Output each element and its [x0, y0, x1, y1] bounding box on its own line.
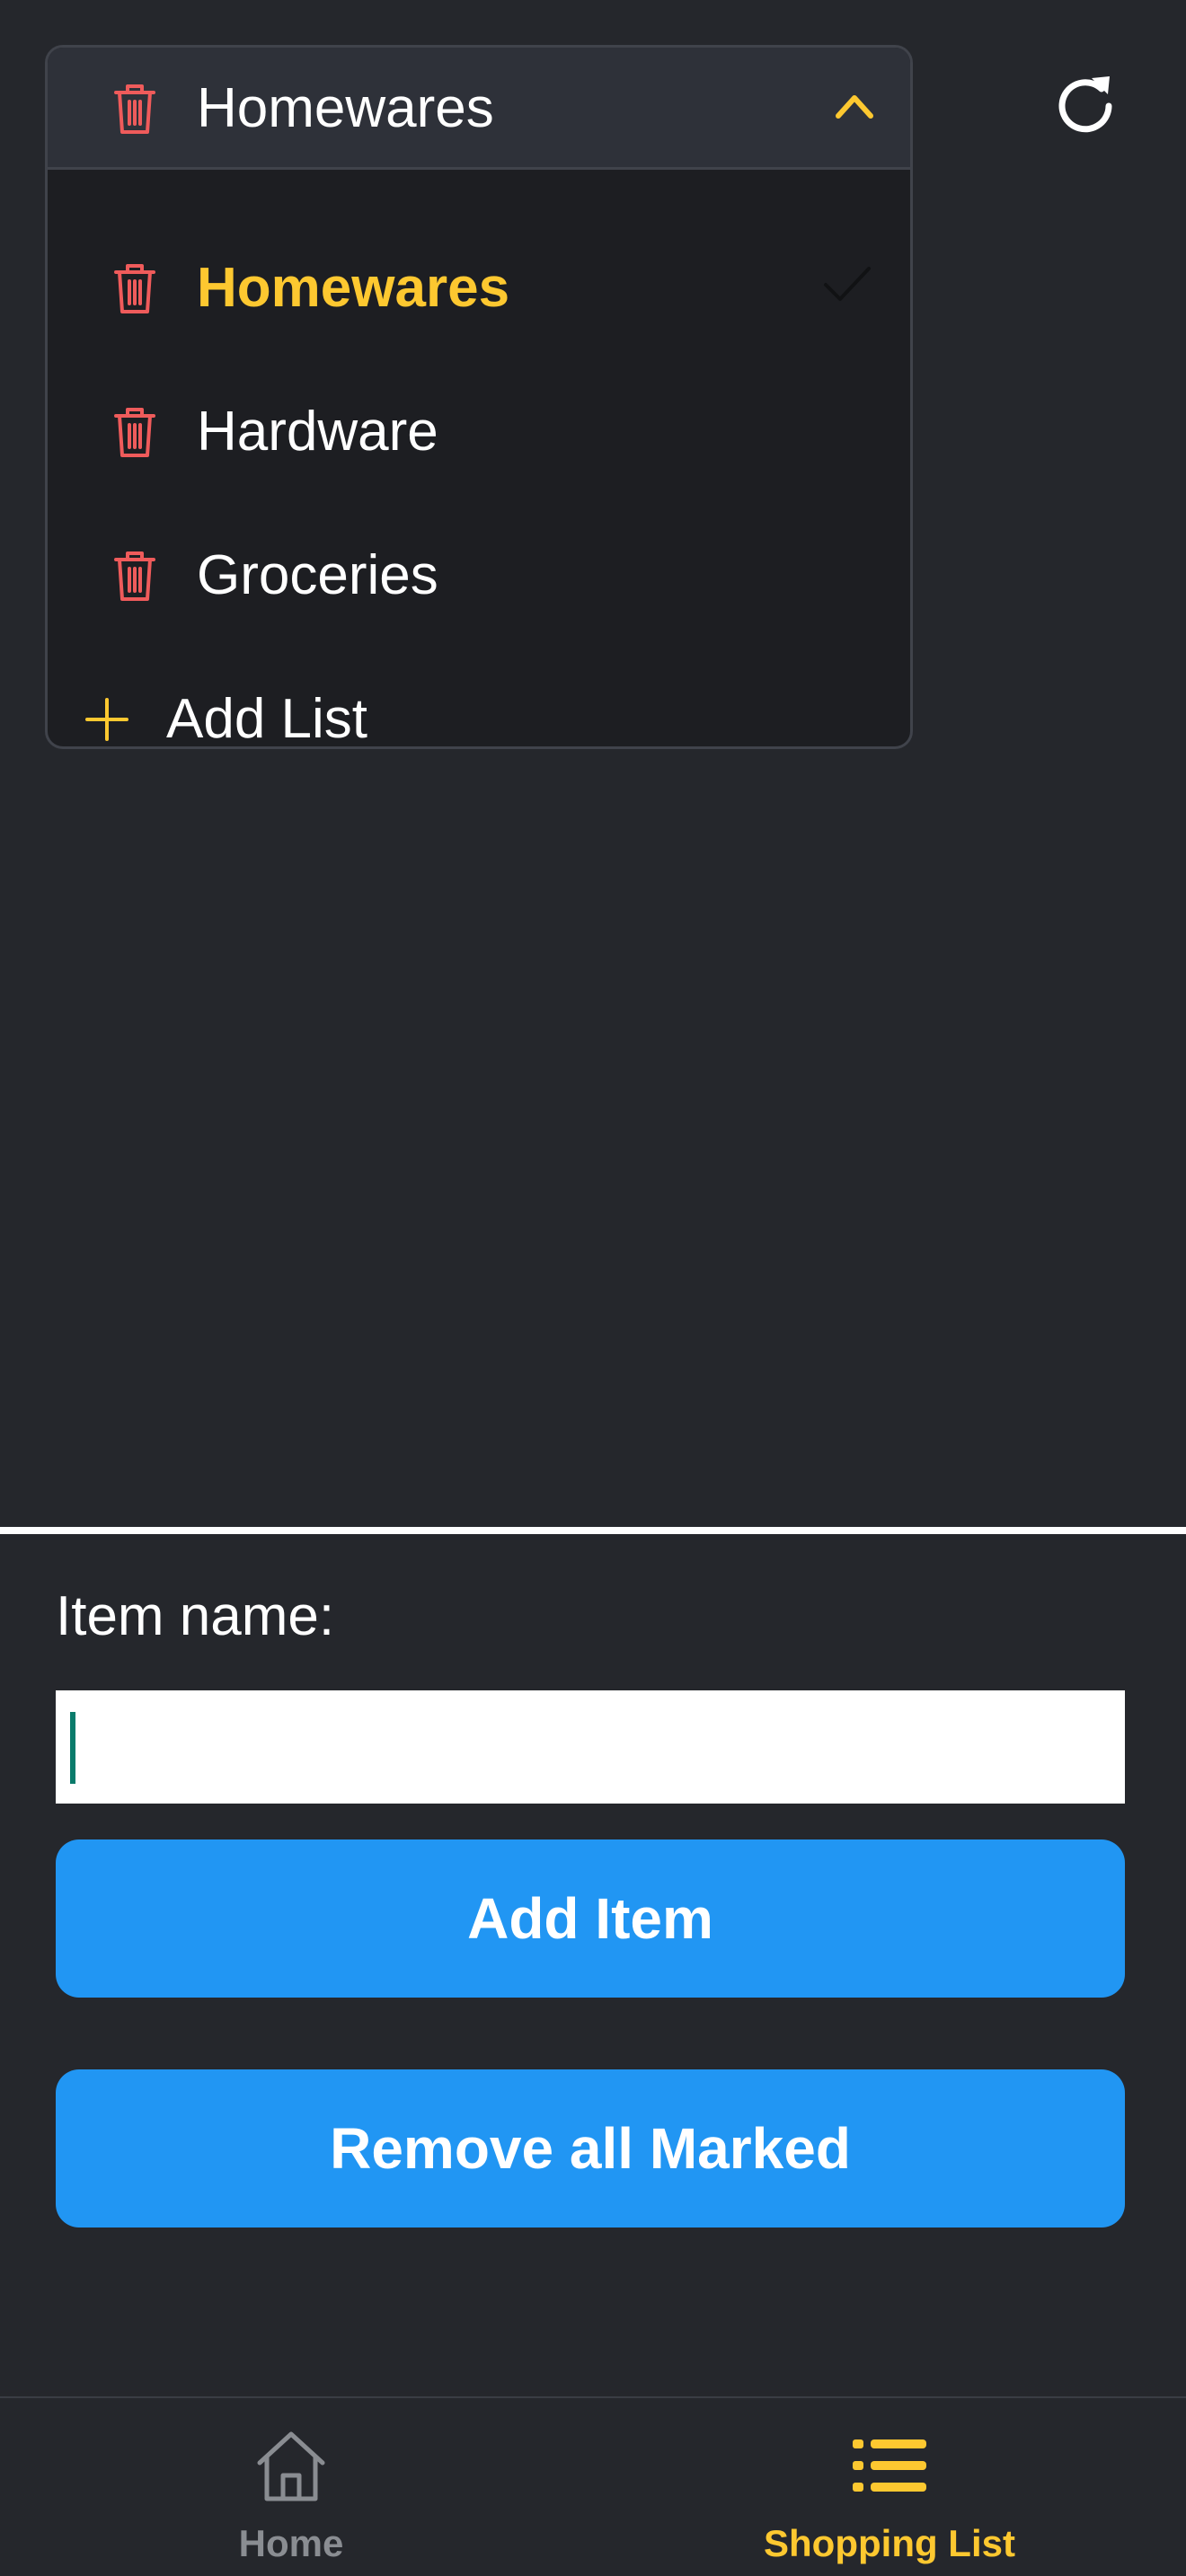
add-list-option[interactable]: Add List — [48, 648, 910, 749]
dropdown-header[interactable]: Homewares — [48, 48, 910, 170]
dropdown-option-label: Homewares — [197, 257, 510, 319]
home-icon — [257, 2431, 325, 2501]
trash-icon[interactable] — [112, 261, 157, 315]
add-item-button[interactable]: Add Item — [56, 1839, 1125, 1998]
remove-marked-button[interactable]: Remove all Marked — [56, 2069, 1125, 2228]
panel-divider — [0, 1527, 1186, 1534]
item-name-input[interactable] — [56, 1690, 1125, 1804]
refresh-button[interactable] — [1042, 63, 1128, 149]
item-name-label: Item name: — [56, 1585, 335, 1647]
chevron-up-icon[interactable] — [833, 87, 876, 123]
dropdown-option-groceries[interactable]: Groceries — [48, 504, 910, 648]
trash-icon[interactable] — [112, 405, 157, 459]
trash-icon[interactable] — [112, 82, 157, 136]
plus-icon — [85, 698, 128, 741]
check-icon — [824, 267, 871, 301]
nav-label-home: Home — [238, 2522, 344, 2564]
nav-item-home[interactable]: Home — [111, 2398, 471, 2576]
dropdown-option-homewares[interactable]: Homewares — [48, 216, 910, 360]
trash-icon[interactable] — [112, 549, 157, 603]
dropdown-selected-label: Homewares — [197, 77, 494, 139]
add-list-label: Add List — [166, 688, 368, 749]
nav-label-shopping-list: Shopping List — [764, 2522, 1015, 2564]
text-caret — [70, 1712, 75, 1784]
dropdown-option-label: Groceries — [197, 544, 438, 606]
list-dropdown[interactable]: Homewares Homewares Hardware Groceries A… — [45, 45, 913, 749]
dropdown-option-hardware[interactable]: Hardware — [48, 360, 910, 504]
nav-item-shopping-list[interactable]: Shopping List — [710, 2398, 1069, 2576]
bottom-nav: Home Shopping List — [0, 2396, 1186, 2576]
refresh-icon — [1058, 76, 1112, 133]
list-icon — [853, 2439, 926, 2492]
dropdown-option-label: Hardware — [197, 401, 438, 463]
